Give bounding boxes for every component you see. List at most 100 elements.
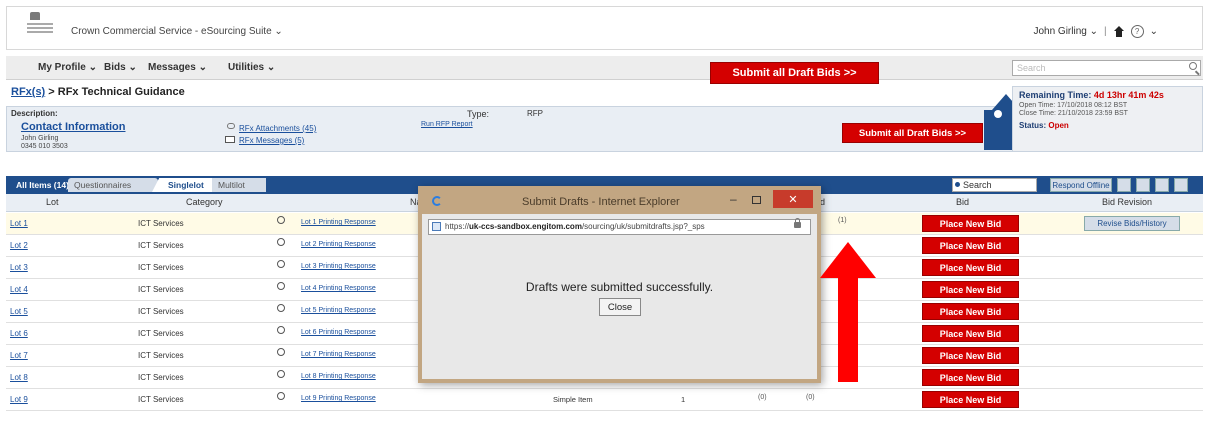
breadcrumb-rfxs-link[interactable]: RFx(s) bbox=[11, 86, 45, 98]
top-bar: Crown Commercial Service - eSourcing Sui… bbox=[6, 6, 1203, 50]
dialog-titlebar[interactable]: Submit Drafts - Internet Explorer – ✕ bbox=[422, 190, 817, 214]
response-link[interactable]: Lot 9 Printing Response bbox=[301, 395, 376, 402]
type-value: RFP bbox=[527, 109, 543, 118]
print-icon[interactable] bbox=[1174, 178, 1188, 192]
chevron-down-icon[interactable]: ⌄ bbox=[1150, 26, 1158, 37]
internet-explorer-icon bbox=[432, 196, 442, 206]
global-search-input[interactable]: Search bbox=[1012, 60, 1201, 76]
attachments-count[interactable]: (0) bbox=[758, 394, 767, 401]
export-icon[interactable] bbox=[1136, 178, 1150, 192]
lot-link[interactable]: Lot 4 bbox=[10, 285, 28, 294]
place-new-bid-button[interactable]: Place New Bid bbox=[922, 347, 1019, 364]
response-link[interactable]: Lot 5 Printing Response bbox=[301, 307, 376, 314]
category-cell: ICT Services bbox=[138, 219, 184, 228]
response-link[interactable]: Lot 2 Printing Response bbox=[301, 241, 376, 248]
app-title-dropdown[interactable]: Crown Commercial Service - eSourcing Sui… bbox=[71, 26, 283, 37]
home-icon[interactable] bbox=[1113, 26, 1125, 37]
tab-questionnaires[interactable]: Questionnaires bbox=[68, 178, 158, 192]
rfx-attachments-link[interactable]: RFx Attachments (45) bbox=[239, 124, 316, 133]
run-rfp-report-link[interactable]: Run RFP Report bbox=[421, 121, 473, 128]
user-name: John Girling bbox=[1033, 26, 1087, 37]
select-radio[interactable] bbox=[277, 370, 285, 378]
response-link[interactable]: Lot 3 Printing Response bbox=[301, 263, 376, 270]
col-category[interactable]: Category bbox=[186, 197, 223, 207]
lot-link[interactable]: Lot 1 bbox=[10, 219, 28, 228]
place-new-bid-button[interactable]: Place New Bid bbox=[922, 259, 1019, 276]
messages-count[interactable]: (0) bbox=[806, 394, 815, 401]
category-cell: ICT Services bbox=[138, 241, 184, 250]
select-radio[interactable] bbox=[277, 348, 285, 356]
submit-drafts-dialog: Submit Drafts - Internet Explorer – ✕ ht… bbox=[418, 186, 821, 383]
category-cell: ICT Services bbox=[138, 285, 184, 294]
tab-singlelot[interactable]: Singlelot bbox=[152, 178, 212, 192]
submit-all-draft-bids-button-secondary[interactable]: Submit all Draft Bids >> bbox=[842, 123, 983, 143]
nav-utilities[interactable]: Utilities ⌄ bbox=[228, 62, 275, 73]
select-radio[interactable] bbox=[277, 216, 285, 224]
place-new-bid-button[interactable]: Place New Bid bbox=[922, 303, 1019, 320]
app-title-text: Crown Commercial Service - eSourcing Sui… bbox=[71, 26, 272, 37]
lot-link[interactable]: Lot 3 bbox=[10, 263, 28, 272]
place-new-bid-button[interactable]: Place New Bid bbox=[922, 281, 1019, 298]
lot-link[interactable]: Lot 5 bbox=[10, 307, 28, 316]
col-lot[interactable]: Lot bbox=[46, 197, 59, 207]
response-link[interactable]: Lot 7 Printing Response bbox=[301, 351, 376, 358]
lot-link[interactable]: Lot 2 bbox=[10, 241, 28, 250]
select-radio[interactable] bbox=[277, 260, 285, 268]
revise-bids-history-button[interactable]: Revise Bids/History bbox=[1084, 216, 1180, 231]
lot-link[interactable]: Lot 9 bbox=[10, 395, 28, 404]
contact-phone: 0345 010 3503 bbox=[21, 143, 68, 150]
lot-link[interactable]: Lot 7 bbox=[10, 351, 28, 360]
select-radio[interactable] bbox=[277, 326, 285, 334]
breadcrumb: RFx(s) > RFx Technical Guidance bbox=[11, 86, 185, 98]
window-close-button[interactable]: ✕ bbox=[773, 190, 813, 208]
user-menu[interactable]: John Girling ⌄ bbox=[1033, 26, 1098, 37]
nav-bids[interactable]: Bids ⌄ bbox=[104, 62, 137, 73]
envelope-icon bbox=[225, 136, 235, 143]
category-cell: ICT Services bbox=[138, 307, 184, 316]
lot-link[interactable]: Lot 8 bbox=[10, 373, 28, 382]
response-link[interactable]: Lot 8 Printing Response bbox=[301, 373, 376, 380]
tab-all-items[interactable]: All Items (14) bbox=[10, 178, 75, 192]
description-label: Description: bbox=[11, 109, 58, 118]
place-new-bid-button[interactable]: Place New Bid bbox=[922, 237, 1019, 254]
document-count[interactable]: (1) bbox=[838, 217, 847, 224]
select-radio[interactable] bbox=[277, 238, 285, 246]
nav-my-profile[interactable]: My Profile ⌄ bbox=[38, 62, 97, 73]
dialog-title: Submit Drafts - Internet Explorer bbox=[522, 196, 680, 208]
place-new-bid-button[interactable]: Place New Bid bbox=[922, 391, 1019, 408]
col-bid: Bid bbox=[956, 197, 970, 207]
select-radio[interactable] bbox=[277, 392, 285, 400]
respond-offline-button[interactable]: Respond Offline bbox=[1050, 178, 1112, 192]
response-link[interactable]: Lot 6 Printing Response bbox=[301, 329, 376, 336]
contact-name: John Girling bbox=[21, 135, 59, 142]
category-cell: ICT Services bbox=[138, 263, 184, 272]
select-radio[interactable] bbox=[277, 304, 285, 312]
open-time: Open Time: 17/10/2018 08:12 BST bbox=[1019, 102, 1128, 109]
lot-link[interactable]: Lot 6 bbox=[10, 329, 28, 338]
search-icon[interactable] bbox=[1189, 62, 1197, 70]
lock-icon bbox=[794, 218, 801, 228]
remaining-time: Remaining Time: 4d 13hr 41m 42s bbox=[1019, 90, 1164, 100]
tab-multilot[interactable]: Multilot bbox=[212, 178, 266, 192]
close-button[interactable]: Close bbox=[599, 298, 641, 316]
remaining-time-panel: Remaining Time: 4d 13hr 41m 42s Open Tim… bbox=[1012, 86, 1203, 152]
nav-messages[interactable]: Messages ⌄ bbox=[148, 62, 207, 73]
place-new-bid-button[interactable]: Place New Bid bbox=[922, 215, 1019, 232]
maximize-button[interactable] bbox=[752, 196, 761, 204]
table-search-input[interactable]: Search bbox=[952, 178, 1037, 192]
select-radio[interactable] bbox=[277, 282, 285, 290]
submit-all-draft-bids-button[interactable]: Submit all Draft Bids >> bbox=[710, 62, 879, 84]
crown-commercial-logo[interactable] bbox=[27, 12, 53, 44]
category-cell: ICT Services bbox=[138, 329, 184, 338]
columns-icon[interactable] bbox=[1155, 178, 1169, 192]
place-new-bid-button[interactable]: Place New Bid bbox=[922, 325, 1019, 342]
binoculars-icon[interactable] bbox=[1117, 178, 1131, 192]
help-icon[interactable]: ? bbox=[1130, 25, 1144, 38]
rfx-messages-link[interactable]: RFx Messages (5) bbox=[239, 136, 304, 145]
minimize-button[interactable]: – bbox=[730, 192, 737, 206]
contact-information-link[interactable]: Contact Information bbox=[21, 121, 126, 133]
response-link[interactable]: Lot 1 Printing Response bbox=[301, 219, 376, 226]
place-new-bid-button[interactable]: Place New Bid bbox=[922, 369, 1019, 386]
type-label: Type: bbox=[467, 109, 490, 119]
response-link[interactable]: Lot 4 Printing Response bbox=[301, 285, 376, 292]
